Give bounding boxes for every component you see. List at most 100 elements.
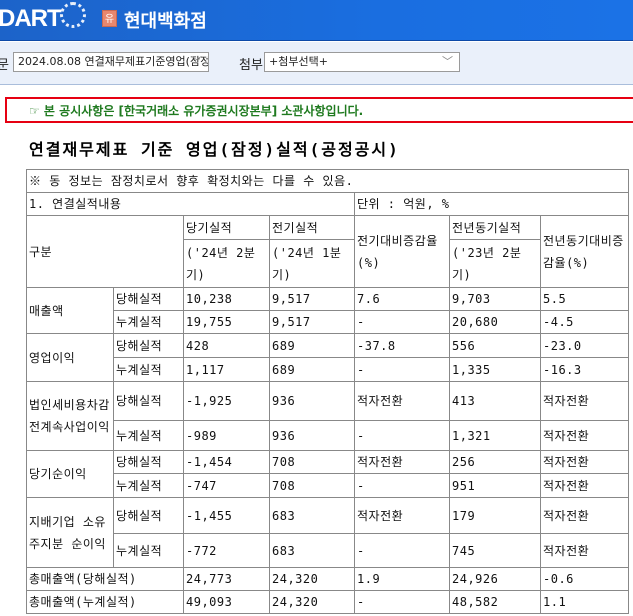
- cell: 1,321: [449, 420, 541, 451]
- table-row: 누계실적 -989 936-1,321 적자전환: [27, 420, 629, 451]
- document-select-value: 2024.08.08 연결재무제표기준영업(잠정): [18, 55, 209, 68]
- cell: 10,238: [183, 287, 270, 311]
- dart-logo[interactable]: DART: [0, 5, 62, 33]
- row-type: 누계실적: [113, 310, 184, 334]
- cell: 24,773: [183, 567, 270, 591]
- cell: 1.9: [354, 567, 450, 591]
- attach-select-value: +첨부선택+: [269, 55, 328, 68]
- row-type: 당해실적: [113, 381, 184, 421]
- cell: 1.1: [540, 590, 629, 614]
- cell: -0.6: [540, 567, 629, 591]
- attach-label: 첨부: [239, 58, 263, 73]
- row-type: 누계실적: [113, 420, 184, 451]
- cell: 적자전환: [540, 381, 629, 421]
- header-prev: 전기실적: [269, 215, 355, 240]
- cell: 5.5: [540, 287, 629, 311]
- results-table: ※ 동 정보는 잠정치로서 향후 확정치와는 다를 수 있음. 1. 연결실적내…: [26, 169, 629, 614]
- cell: -1,925: [183, 381, 270, 421]
- cell: 24,926: [449, 567, 541, 591]
- row-type: 누계실적: [113, 473, 184, 498]
- table-row: 누계실적 1,117 689-1,335 -16.3: [27, 357, 629, 382]
- table-row: 총매출액(누계실적) 49,093 24,320-48,582 1.1: [26, 590, 629, 614]
- row-label: 총매출액(누계실적): [26, 590, 184, 614]
- cell: 48,582: [449, 590, 541, 614]
- cell: 19,755: [183, 310, 270, 334]
- header-yoy-prev: 전년동기실적: [449, 215, 541, 240]
- unit-label: 단위 : 억원, %: [354, 192, 629, 216]
- cell: 49,093: [183, 590, 270, 614]
- cell: 428: [183, 333, 270, 358]
- header-current: 당기실적: [183, 215, 270, 240]
- cell: -747: [183, 473, 270, 498]
- cell: -: [354, 310, 450, 334]
- row-group-label: 당기순이익: [26, 450, 114, 498]
- cell: -: [354, 473, 450, 498]
- cell: 689: [269, 357, 355, 382]
- cell: 9,517: [269, 310, 355, 334]
- jurisdiction-notice: ☞ 본 공시사항은 [한국거래소 유가증권시장본부] 소관사항입니다.: [5, 97, 633, 123]
- cell: 20,680: [449, 310, 541, 334]
- cell: -1,455: [183, 497, 270, 534]
- table-row: 누계실적 19,755 9,517-20,680 -4.5: [27, 310, 629, 334]
- row-type: 누계실적: [113, 533, 184, 568]
- cell: 683: [269, 533, 355, 568]
- cell: 24,320: [269, 567, 355, 591]
- cell: 951: [449, 473, 541, 498]
- logo-burst-icon: [60, 2, 86, 28]
- cell: 적자전환: [354, 381, 450, 421]
- cell: 적자전환: [354, 497, 450, 534]
- table-row: 총매출액(당해실적) 24,773 24,320 1.9 24,926 -0.6: [26, 567, 629, 591]
- cell: 적자전환: [540, 420, 629, 451]
- cell: 179: [449, 497, 541, 534]
- cell: -989: [183, 420, 270, 451]
- cell: 적자전환: [354, 450, 450, 474]
- row-group-label: 지배기업 소유주지분 순이익: [26, 497, 114, 568]
- cell: 683: [269, 497, 355, 534]
- table-row: 영업이익 당해실적 428 689 -37.8 556 -23.0: [26, 333, 629, 382]
- header-qoq: 전기대비증감율(%): [354, 215, 450, 288]
- document-toolbar: 문 2024.08.08 연결재무제표기준영업(잠정) ﹀ 첨부 +첨부선택+ ﹀: [0, 42, 633, 85]
- cell: 적자전환: [540, 497, 629, 534]
- cell: 708: [269, 473, 355, 498]
- header-yoy: 전년동기대비증감율(%): [540, 215, 629, 288]
- table-row: 당기순이익 당해실적 -1,454 708 적자전환 256 적자전환: [26, 450, 629, 498]
- cell: 24,320: [269, 590, 355, 614]
- market-badge: 유: [102, 10, 117, 27]
- cell: -: [354, 590, 450, 614]
- chevron-down-icon: ﹀: [442, 55, 453, 68]
- row-group-label: 법인세비용차감전계속사업이익: [26, 381, 114, 451]
- table-note: ※ 동 정보는 잠정치로서 향후 확정치와는 다를 수 있음.: [26, 169, 629, 193]
- row-group-label: 영업이익: [26, 333, 114, 382]
- cell: 7.6: [354, 287, 450, 311]
- attach-select[interactable]: +첨부선택+ ﹀: [264, 52, 460, 72]
- row-type: 당해실적: [113, 450, 184, 474]
- cell: 936: [269, 420, 355, 451]
- cell: -37.8: [354, 333, 450, 358]
- cell: 689: [269, 333, 355, 358]
- cell: 708: [269, 450, 355, 474]
- cell: -: [354, 533, 450, 568]
- cell: 9,517: [269, 287, 355, 311]
- document-label: 문: [0, 58, 9, 73]
- cell: -: [354, 420, 450, 451]
- row-type: 누계실적: [113, 357, 184, 382]
- cell: -16.3: [540, 357, 629, 382]
- cell: -23.0: [540, 333, 629, 358]
- row-label: 총매출액(당해실적): [26, 567, 184, 591]
- row-type: 당해실적: [113, 333, 184, 358]
- cell: 1,117: [183, 357, 270, 382]
- cell: 745: [449, 533, 541, 568]
- header-category: 구분: [26, 215, 184, 288]
- chevron-down-icon: ﹀: [191, 55, 202, 68]
- cell: 1,335: [449, 357, 541, 382]
- cell: 적자전환: [540, 533, 629, 568]
- header-current-sub: ('24년 2분기): [183, 239, 270, 288]
- page-title: 연결재무제표 기준 영업(잠정)실적(공정공시): [29, 140, 400, 159]
- row-group-label: 매출액: [26, 287, 114, 334]
- table-row: 누계실적 -772 683-745 적자전환: [27, 533, 629, 568]
- cell: 256: [449, 450, 541, 474]
- document-select[interactable]: 2024.08.08 연결재무제표기준영업(잠정) ﹀: [13, 52, 209, 72]
- table-row: 매출액 당해실적 10,238 9,517 7.6 9,703 5.5: [26, 287, 629, 334]
- cell: -4.5: [540, 310, 629, 334]
- header-yoy-prev-sub: ('23년 2분기): [449, 239, 541, 288]
